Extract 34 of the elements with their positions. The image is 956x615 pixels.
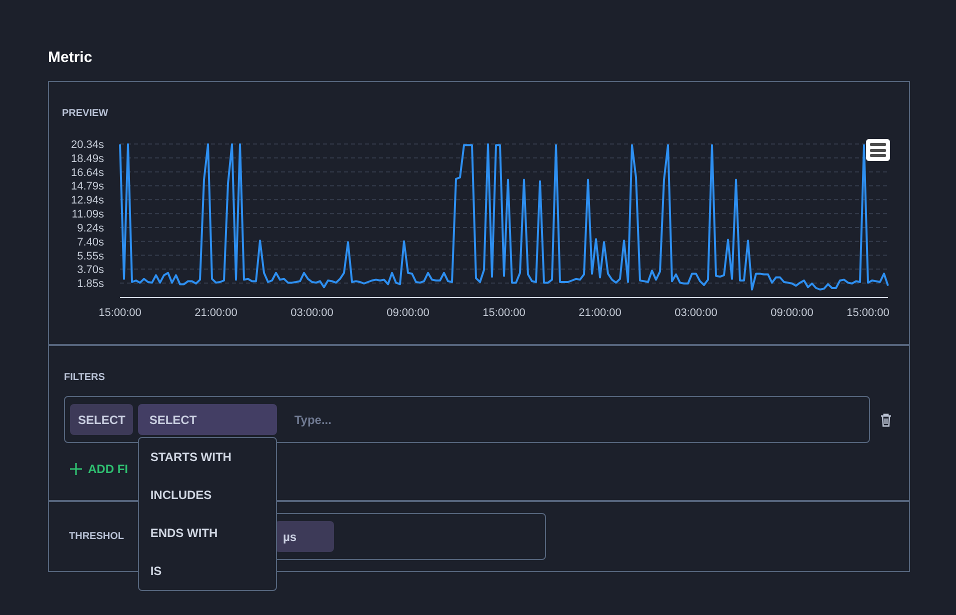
y-axis-label: 18.49s: [70, 152, 104, 165]
section-label: FILTERS: [64, 372, 105, 384]
section-label: THRESHOL: [69, 530, 124, 542]
page-title: Metric: [48, 49, 92, 67]
y-axis-label: 12.94s: [70, 194, 104, 207]
x-axis-label: 09:00:00: [386, 307, 430, 319]
dropdown-item[interactable]: INCLUDES: [139, 476, 276, 514]
x-axis-label: 15:00:00: [846, 307, 890, 319]
text-input[interactable]: Type...: [292, 410, 492, 430]
x-axis-label: 15:00:00: [98, 307, 142, 319]
y-axis-label: 9.24s: [77, 222, 104, 234]
x-axis-label: 03:00:00: [290, 307, 334, 319]
x-axis-label: 21:00:00: [194, 307, 238, 319]
field-select[interactable]: SELECT: [70, 404, 134, 435]
x-axis-label: 03:00:00: [674, 307, 718, 319]
menu-button[interactable]: [866, 139, 890, 161]
x-axis-label: 09:00:00: [770, 307, 814, 319]
dropdown-item[interactable]: STARTS WITH: [139, 438, 276, 476]
y-axis-label: 7.40s: [77, 236, 104, 248]
operator-select[interactable]: SELECT: [138, 404, 278, 435]
plus-icon: [70, 463, 82, 475]
y-axis-label: 1.85s: [77, 278, 104, 290]
y-axis-label: 16.64s: [70, 166, 104, 179]
trash-icon[interactable]: [878, 412, 894, 428]
y-axis-label: 11.09s: [72, 208, 104, 221]
section-label: PREVIEW: [62, 108, 108, 120]
x-axis-label: 21:00:00: [578, 307, 622, 319]
y-axis-label: 3.70s: [77, 264, 104, 276]
x-axis-label: 15:00:00: [482, 307, 526, 319]
y-axis-label: 5.55s: [77, 250, 104, 262]
y-axis-label: 14.79s: [70, 180, 104, 193]
unit-select[interactable]: µs: [275, 521, 334, 552]
y-axis-label: 20.34s: [70, 139, 104, 151]
add-filter-button[interactable]: ADD FI: [64, 459, 128, 479]
